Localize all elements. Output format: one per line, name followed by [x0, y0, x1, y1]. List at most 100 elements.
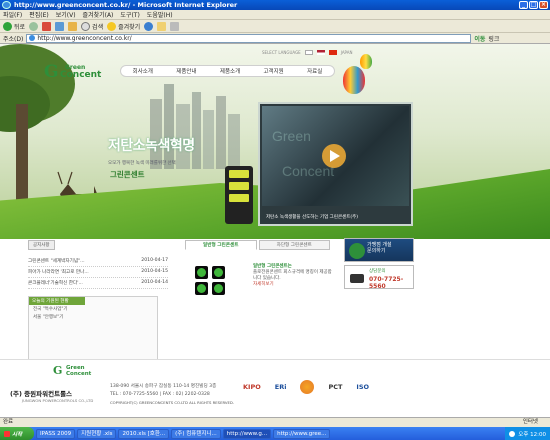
phone-number: 070-7725-5560: [369, 276, 404, 290]
site-logo[interactable]: G Green Concent: [44, 62, 101, 82]
stop-button[interactable]: [42, 21, 52, 31]
hero-banner: G Green Concent SELECT LANGUAGE JAPAN 회사…: [0, 44, 550, 239]
status-box: 오늘의 기원된 현황 전국 "특수사업"기 서울 "안행보"기: [28, 296, 158, 361]
socket-icon: [195, 266, 208, 279]
tab-cutoff[interactable]: 차단형 그린콘센트: [258, 240, 330, 250]
menu-favorites[interactable]: 즐겨찾기(A): [83, 10, 114, 19]
search-button[interactable]: 검색: [81, 21, 103, 31]
main-nav: 회사소개 제품안내 제품소개 고객지원 자료실: [120, 65, 335, 77]
back-button[interactable]: 뒤로: [3, 21, 25, 31]
company-name-en: JUNGWON POWERCONTROLS CO.,LTD: [22, 398, 94, 403]
product-desc: 플로전원콘센트 회스규격에 명칭이 제공합니다 있습니다.: [253, 270, 332, 281]
taskbar-item[interactable]: http://www.gree...: [273, 428, 331, 439]
footer-logo-text: Green Concent: [66, 365, 92, 377]
franchise-inquiry-button[interactable]: 가맹점 개설 문의하기: [344, 238, 414, 262]
nav-archive[interactable]: 자료실: [307, 67, 322, 75]
site-footer: G Green Concent (주) 중원파워컨트롤스 JUNGWON POWE…: [0, 359, 550, 417]
favorites-button[interactable]: 즐겨찾기: [107, 21, 140, 31]
window-title-bar: http://www.greenconcent.co.kr/ - Microso…: [0, 0, 550, 10]
search-icon: [81, 21, 91, 31]
hero-brand: 그린콘센트: [110, 170, 145, 179]
pct-logo: PCT: [328, 383, 343, 391]
menu-bar: 파일(F) 편집(E) 보기(V) 즐겨찾기(A) 도구(T) 도움말(H): [0, 10, 550, 20]
status-bar: 완료 인터넷: [0, 417, 550, 427]
address-bar: 주소(D) http://www.greenconcent.co.kr/ 이동 …: [0, 33, 550, 44]
page-icon: [29, 35, 36, 41]
video-screen: Green Concent: [262, 106, 409, 206]
nav-products[interactable]: 제품소개: [220, 67, 240, 75]
news-tab[interactable]: 공지사항: [28, 240, 55, 250]
print-button[interactable]: [170, 21, 180, 31]
toolbar: 뒤로 검색 즐겨찾기: [0, 20, 550, 33]
socket-icon: [212, 282, 225, 295]
volume-icon[interactable]: [509, 430, 516, 437]
status-text: 완료: [3, 419, 14, 425]
product-description: 일반형 그린콘센트는 플로전원콘센트 회스규격에 명칭이 제공합니다 있습니다.…: [253, 264, 333, 288]
mail-button[interactable]: [157, 21, 167, 31]
address-input[interactable]: http://www.greenconcent.co.kr/: [26, 33, 472, 43]
minimize-button[interactable]: _: [519, 1, 528, 9]
clock: 오후 12:00: [518, 431, 546, 438]
start-button[interactable]: 시작: [0, 427, 34, 440]
nav-products-info[interactable]: 제품안내: [176, 67, 196, 75]
star-icon: [107, 21, 117, 31]
system-tray: 오후 12:00: [505, 427, 550, 440]
forward-arrow-icon: [29, 21, 39, 31]
maximize-button[interactable]: □: [529, 1, 538, 9]
home-button[interactable]: [68, 21, 78, 31]
menu-view[interactable]: 보기(V): [56, 10, 76, 19]
list-item[interactable]: 그린콘센트 "세계박자기념"... 2010-04-17: [28, 256, 168, 267]
menu-edit[interactable]: 편집(E): [29, 10, 49, 19]
history-icon: [144, 21, 154, 31]
menu-help[interactable]: 도움말(H): [147, 10, 173, 19]
tab-general[interactable]: 일반형 그린콘센트: [185, 240, 257, 250]
nav-company[interactable]: 회사소개: [133, 67, 153, 75]
links-button[interactable]: 링크: [488, 34, 499, 43]
list-item[interactable]: 콘크플레너'기술혁신 한다'... 2010-04-14: [28, 278, 168, 289]
news-panel: 공지사항 그린콘센트 "세계박자기념"... 2010-04-17 피아가 나라라…: [28, 240, 168, 289]
balloon-small-icon: [360, 54, 372, 69]
taskbar-item[interactable]: 2010.xls [호환...: [118, 428, 170, 439]
refresh-icon: [55, 21, 65, 31]
hero-slogan: 저탄소녹색혁명: [108, 138, 195, 154]
forward-button[interactable]: [29, 21, 39, 31]
menu-file[interactable]: 파일(F): [3, 10, 22, 19]
korea-flag-icon[interactable]: [304, 50, 313, 55]
more-link[interactable]: 자세히보기: [253, 282, 274, 287]
product-tabs: 일반형 그린콘센트 차단형 그린콘센트: [185, 240, 330, 250]
promo-video[interactable]: Green Concent 저탄소 녹색생활을 선도하는 기업 그린콘센트(주): [258, 102, 413, 226]
refresh-button[interactable]: [55, 21, 65, 31]
phone-contact: 상담문의 070-7725-5560: [344, 265, 414, 290]
usa-flag-icon[interactable]: [316, 50, 325, 55]
go-button[interactable]: 이동: [474, 34, 485, 43]
status-line: 서울 "안행보"기: [33, 315, 64, 320]
close-button[interactable]: ×: [539, 1, 548, 9]
menu-tools[interactable]: 도구(T): [120, 10, 139, 19]
phone-icon: [350, 274, 364, 283]
stop-icon: [42, 21, 52, 31]
list-item[interactable]: 피아가 나라라면 '최고로 만나... 2010-04-15: [28, 267, 168, 278]
svg-text:Green: Green: [272, 128, 311, 144]
mail-icon: [157, 21, 167, 31]
ie-icon: [2, 1, 11, 9]
logo-g-icon: G: [44, 62, 59, 82]
zone-text: 인터넷: [522, 419, 538, 425]
svg-text:Concent: Concent: [282, 163, 334, 179]
taskbar-item[interactable]: (주) 컴퓨텐지니...: [171, 428, 221, 439]
taskbar-item[interactable]: IPASS 2009: [36, 428, 76, 439]
history-button[interactable]: [144, 21, 154, 31]
window-controls: _ □ ×: [519, 1, 548, 9]
address-url: http://www.greenconcent.co.kr/: [37, 34, 132, 42]
eri-logo: ERi: [274, 383, 287, 391]
socket-icon: [195, 282, 208, 295]
status-line: 전국 "특수사업"기: [33, 307, 68, 312]
language-japan[interactable]: JAPAN: [341, 50, 353, 55]
nav-support[interactable]: 고객지원: [264, 67, 284, 75]
iso-logo: ISO: [356, 383, 370, 391]
taskbar-item[interactable]: http://www.g...: [222, 428, 272, 439]
taskbar: 시작 IPASS 2009 지원현황 .xls 2010.xls [호환... …: [0, 427, 550, 440]
home-icon: [68, 21, 78, 31]
taskbar-item[interactable]: 지원현황 .xls: [77, 428, 117, 439]
china-flag-icon[interactable]: [328, 50, 337, 55]
balloon-icon: [343, 66, 365, 94]
